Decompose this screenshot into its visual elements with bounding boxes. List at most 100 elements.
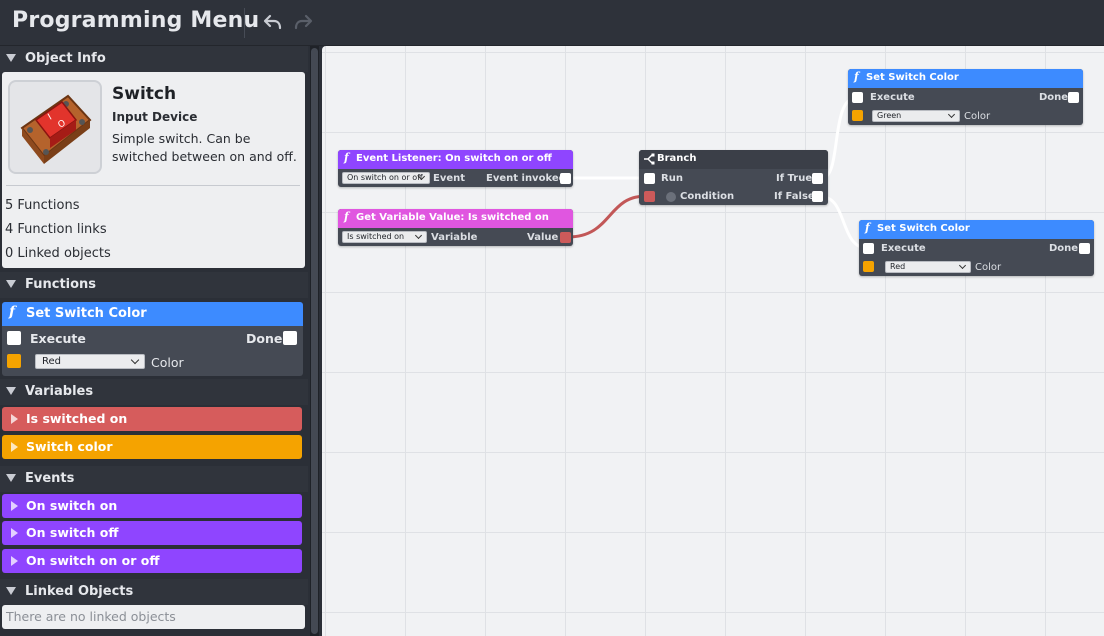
undo-button[interactable] (262, 11, 284, 33)
color-select[interactable]: Red (35, 354, 145, 369)
branch-icon (644, 153, 655, 165)
node-get-variable[interactable]: f Get Variable Value: Is switched on Is … (338, 209, 573, 246)
variable-is-switched-on[interactable]: Is switched on (2, 407, 302, 431)
select-value: Green (877, 111, 902, 120)
color-select[interactable]: Red (885, 261, 971, 273)
condition-port[interactable] (644, 191, 655, 202)
event-on-switch-off[interactable]: On switch off (2, 521, 302, 545)
linked-objects-count: 0 Linked objects (5, 246, 111, 261)
run-port[interactable] (644, 173, 655, 184)
variables-header[interactable]: Variables (0, 379, 308, 405)
done-port[interactable] (1079, 243, 1090, 254)
functions-count: 5 Functions (5, 198, 80, 213)
expand-arrow-icon (11, 501, 18, 511)
event-invoked-port[interactable] (560, 173, 571, 184)
collapse-arrow-icon (6, 587, 16, 595)
event-on-switch-on[interactable]: On switch on (2, 494, 302, 518)
function-icon: f (344, 151, 349, 164)
done-port[interactable] (283, 331, 297, 345)
variable-switch-color[interactable]: Switch color (2, 435, 302, 459)
node-title: Set Switch Color (877, 223, 970, 234)
left-panel: Object Info I O Switch Input Device Simp… (0, 46, 308, 636)
node-title: Set Switch Color (866, 72, 959, 83)
collapse-arrow-icon (6, 280, 16, 288)
chevron-down-icon (414, 232, 423, 240)
if-true-port[interactable] (812, 173, 823, 184)
node-header[interactable]: f Event Listener: On switch on or off (338, 150, 573, 169)
color-label: Color (151, 355, 184, 370)
connection-wires (567, 96, 868, 250)
event-select[interactable]: On switch on or off (342, 172, 430, 184)
collapse-arrow-icon (6, 387, 16, 395)
object-description: Simple switch. Can be switched between o… (112, 131, 297, 164)
color-label: Color (975, 262, 1002, 273)
select-value: Red (42, 356, 61, 367)
function-header[interactable]: f Set Switch Color (2, 302, 303, 326)
function-set-switch-color[interactable]: f Set Switch Color Execute Done Red Colo… (2, 302, 303, 376)
done-label: Done (246, 331, 283, 346)
divider (6, 185, 300, 186)
node-header[interactable]: f Set Switch Color (848, 69, 1083, 88)
node-header[interactable]: f Set Switch Color (859, 220, 1094, 239)
sidebar-scrollbar[interactable] (310, 46, 319, 636)
condition-toggle[interactable] (666, 192, 676, 202)
select-value: Red (890, 262, 906, 271)
function-icon: f (9, 304, 16, 320)
if-true-label: If True (776, 173, 813, 184)
object-name: Switch (112, 84, 177, 104)
variable-select[interactable]: Is switched on (342, 231, 427, 243)
node-set-switch-color-green[interactable]: f Set Switch Color Execute Done Green Co… (848, 69, 1083, 125)
value-label: Value (527, 232, 559, 243)
object-info-panel: I O Switch Input Device Simple switch. C… (2, 72, 305, 268)
execute-label: Execute (881, 243, 926, 254)
node-title: Get Variable Value: Is switched on (356, 212, 549, 223)
done-label: Done (1039, 92, 1069, 103)
linked-objects-header[interactable]: Linked Objects (0, 579, 308, 605)
color-port[interactable] (863, 261, 874, 272)
section-title: Functions (25, 277, 97, 292)
node-event-listener[interactable]: f Event Listener: On switch on or off On… (338, 150, 573, 187)
toolbar-divider (244, 8, 245, 38)
wire-value-to-condition (567, 194, 647, 239)
window-title: Programming Menu (12, 8, 260, 33)
section-title: Object Info (25, 51, 106, 66)
color-label: Color (964, 111, 991, 122)
events-header[interactable]: Events (0, 466, 308, 492)
condition-label: Condition (680, 191, 735, 202)
color-select[interactable]: Green (872, 110, 960, 122)
section-title: Linked Objects (25, 584, 134, 599)
execute-port[interactable] (852, 92, 863, 103)
functions-header[interactable]: Functions (0, 272, 308, 298)
section-title: Events (25, 471, 75, 486)
scrollbar-thumb[interactable] (311, 48, 318, 634)
color-port[interactable] (7, 354, 21, 368)
execute-port[interactable] (863, 243, 874, 254)
title-bar: Programming Menu (0, 0, 1104, 46)
node-header[interactable]: Branch (639, 150, 828, 169)
collapse-arrow-icon (6, 474, 16, 482)
empty-text: There are no linked objects (6, 609, 176, 624)
color-port[interactable] (852, 110, 863, 121)
variable-label: Switch color (26, 439, 113, 454)
linked-objects-empty: There are no linked objects (2, 605, 305, 629)
section-title: Variables (25, 384, 94, 399)
done-port[interactable] (1068, 92, 1079, 103)
object-info-header[interactable]: Object Info (0, 46, 308, 72)
node-branch[interactable]: Branch Run Condition If True If False (639, 150, 828, 205)
execute-label: Execute (870, 92, 915, 103)
node-header[interactable]: f Get Variable Value: Is switched on (338, 209, 573, 228)
node-graph-canvas[interactable]: f Event Listener: On switch on or off On… (322, 46, 1104, 636)
variable-label: Is switched on (26, 411, 128, 426)
redo-icon (294, 14, 313, 30)
chevron-down-icon (130, 355, 140, 365)
chevron-down-icon (958, 262, 967, 270)
redo-button[interactable] (292, 11, 314, 33)
function-icon: f (344, 210, 349, 223)
value-port[interactable] (560, 232, 571, 243)
if-false-port[interactable] (812, 191, 823, 202)
select-value: Is switched on (347, 232, 405, 241)
node-set-switch-color-red[interactable]: f Set Switch Color Execute Done Red Colo… (859, 220, 1094, 276)
event-on-switch-on-or-off[interactable]: On switch on or off (2, 549, 302, 573)
switch-device-icon: I O (20, 94, 92, 164)
execute-port[interactable] (7, 331, 21, 345)
